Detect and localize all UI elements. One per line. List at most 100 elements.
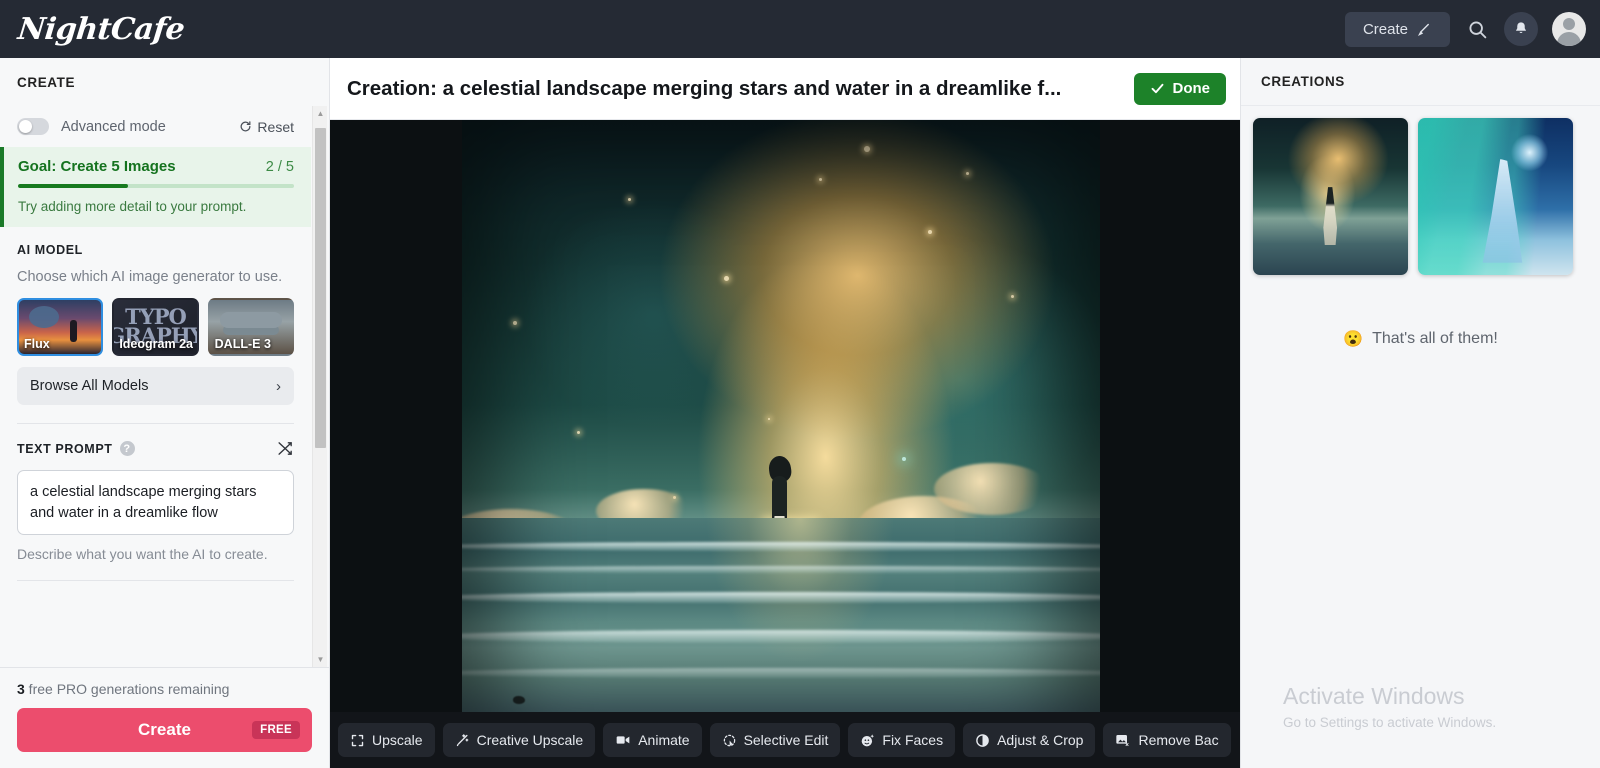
- free-generations-count: 3: [17, 681, 25, 697]
- goal-header-row: Goal: Create 5 Images 2 / 5: [18, 158, 294, 175]
- free-generations-label: free PRO generations remaining: [24, 681, 230, 697]
- creation-thumbnail[interactable]: [1253, 118, 1408, 275]
- tool-label: Remove Bac: [1138, 732, 1219, 748]
- create-button[interactable]: Create FREE: [17, 708, 312, 752]
- creation-thumbnail[interactable]: [1418, 118, 1573, 275]
- goal-progress-bar: [18, 184, 294, 188]
- refresh-icon: [239, 120, 252, 133]
- model-option-dalle3[interactable]: DALL-E 3: [207, 298, 294, 356]
- surprised-face-emoji-icon: 😮: [1343, 331, 1364, 348]
- sidebar-scroll-region: Advanced mode Reset Goal: Create 5 Image…: [0, 106, 329, 667]
- ai-model-label-row: AI MODEL: [17, 243, 294, 257]
- nightcafe-app: NightCafe Create CREATE Advanced mode Re…: [0, 0, 1600, 768]
- creations-list: [1241, 106, 1600, 275]
- text-prompt-label: TEXT PROMPT: [17, 441, 113, 456]
- avatar[interactable]: [1552, 12, 1586, 46]
- model-label: Ideogram 2a: [119, 337, 193, 351]
- ai-model-section: AI MODEL Choose which AI image generator…: [0, 227, 311, 424]
- creation-thumbnail-figure: [1482, 158, 1523, 263]
- advanced-mode-label: Advanced mode: [61, 118, 166, 135]
- goal-progress-fill: [18, 184, 129, 188]
- windows-activation-watermark: Activate Windows Go to Settings to activ…: [1283, 683, 1496, 730]
- goal-hint: Try adding more detail to your prompt.: [18, 199, 247, 214]
- magic-wand-icon: [455, 733, 470, 748]
- model-option-flux[interactable]: Flux: [17, 298, 104, 356]
- tool-label: Upscale: [372, 732, 423, 748]
- creation-panel: Creation: a celestial landscape merging …: [330, 58, 1240, 768]
- generated-image[interactable]: [462, 120, 1100, 768]
- browse-all-models-label: Browse All Models: [30, 378, 149, 394]
- search-icon[interactable]: [1464, 16, 1490, 42]
- tool-creative-upscale[interactable]: Creative Upscale: [442, 723, 596, 757]
- sidebar-divider-2: [17, 580, 294, 582]
- dashed-circle-cursor-icon: [722, 733, 737, 748]
- text-prompt-header: TEXT PROMPT ?: [17, 440, 294, 457]
- ai-model-description: Choose which AI image generator to use.: [17, 269, 283, 285]
- contrast-icon: [975, 733, 990, 748]
- sidebar-footer: 3 free PRO generations remaining Create …: [0, 667, 329, 768]
- tool-label: Selective Edit: [743, 732, 829, 748]
- page-title: Creation: a celestial landscape merging …: [347, 76, 1062, 100]
- watermark-title: Activate Windows: [1283, 683, 1465, 709]
- tool-fix-faces[interactable]: Fix Faces: [848, 723, 956, 757]
- top-navigation-bar: NightCafe Create: [0, 0, 1600, 58]
- tool-label: Adjust & Crop: [997, 732, 1084, 748]
- brush-icon: [1417, 22, 1432, 37]
- nav-right-group: Create: [1344, 11, 1586, 47]
- free-generations-text: 3 free PRO generations remaining: [17, 681, 312, 697]
- creation-header: Creation: a celestial landscape merging …: [330, 58, 1240, 120]
- reset-button[interactable]: Reset: [239, 119, 294, 135]
- creations-header: CREATIONS: [1241, 58, 1600, 106]
- tool-adjust-crop[interactable]: Adjust & Crop: [963, 723, 1096, 757]
- goal-panel: Goal: Create 5 Images 2 / 5 Try adding m…: [0, 147, 311, 227]
- reset-label: Reset: [257, 118, 294, 135]
- sidebar-header: CREATE: [17, 74, 76, 90]
- ai-model-label: AI MODEL: [17, 243, 83, 257]
- text-prompt-section: TEXT PROMPT ? a celestial landscape merg…: [0, 424, 311, 582]
- model-option-ideogram[interactable]: TYPOGRAPHY Ideogram 2a: [112, 298, 199, 356]
- browse-all-models-button[interactable]: Browse All Models ›: [17, 367, 294, 405]
- goal-title: Goal: Create 5 Images: [18, 158, 176, 175]
- bell-icon: [1513, 21, 1529, 37]
- creation-thumbnail-figure: [1323, 187, 1338, 246]
- expand-arrows-icon: [350, 733, 365, 748]
- create-button-label: Create: [138, 720, 191, 739]
- tool-label: Creative Upscale: [476, 732, 584, 748]
- video-camera-icon: [615, 732, 631, 748]
- sidebar-scrollbar[interactable]: ▲ ▼: [312, 106, 327, 667]
- model-label: DALL-E 3: [214, 337, 271, 351]
- nightcafe-logo[interactable]: NightCafe: [16, 12, 186, 47]
- tool-animate[interactable]: Animate: [603, 723, 702, 757]
- tool-upscale[interactable]: Upscale: [338, 723, 435, 757]
- advanced-mode-row: Advanced mode Reset: [0, 106, 311, 147]
- nav-create-label: Create: [1362, 20, 1408, 38]
- image-remove-icon: [1115, 732, 1131, 748]
- text-prompt-input[interactable]: a celestial landscape merging stars and …: [17, 470, 294, 536]
- end-of-list-message: 😮 That's all of them!: [1241, 329, 1600, 349]
- done-button[interactable]: Done: [1133, 72, 1226, 105]
- sidebar-content: Advanced mode Reset Goal: Create 5 Image…: [0, 106, 329, 582]
- shuffle-prompt-icon[interactable]: [277, 440, 294, 457]
- goal-count: 2 / 5: [265, 159, 294, 175]
- tool-selective-edit[interactable]: Selective Edit: [709, 723, 841, 757]
- image-tools-toolbar: Upscale Creative Upscale Animate Selecti…: [330, 712, 1240, 768]
- tool-remove-background[interactable]: Remove Bac: [1103, 723, 1231, 757]
- tool-label: Animate: [638, 732, 690, 748]
- free-badge: FREE: [252, 721, 300, 739]
- help-icon[interactable]: ?: [119, 441, 135, 456]
- nav-create-button[interactable]: Create: [1344, 11, 1450, 47]
- scroll-down-arrow-icon[interactable]: ▼: [313, 652, 328, 667]
- creations-panel: CREATIONS 😮 That's all of them! Activate…: [1240, 58, 1600, 768]
- watermark-subtitle: Go to Settings to activate Windows.: [1283, 715, 1497, 730]
- model-label: Flux: [24, 337, 50, 351]
- model-list: Flux TYPOGRAPHY Ideogram 2a DALL-E 3: [17, 298, 294, 356]
- sidebar-scrollbar-thumb[interactable]: [315, 128, 326, 448]
- done-label: Done: [1172, 80, 1211, 97]
- advanced-mode-toggle[interactable]: [17, 118, 49, 135]
- notifications-button[interactable]: [1504, 12, 1538, 46]
- tool-label: Fix Faces: [882, 732, 944, 748]
- chevron-right-icon: ›: [276, 377, 281, 395]
- scroll-up-arrow-icon[interactable]: ▲: [313, 106, 328, 121]
- end-of-list-label: That's all of them!: [1372, 330, 1498, 347]
- image-canvas[interactable]: Upscale Creative Upscale Animate Selecti…: [330, 120, 1240, 768]
